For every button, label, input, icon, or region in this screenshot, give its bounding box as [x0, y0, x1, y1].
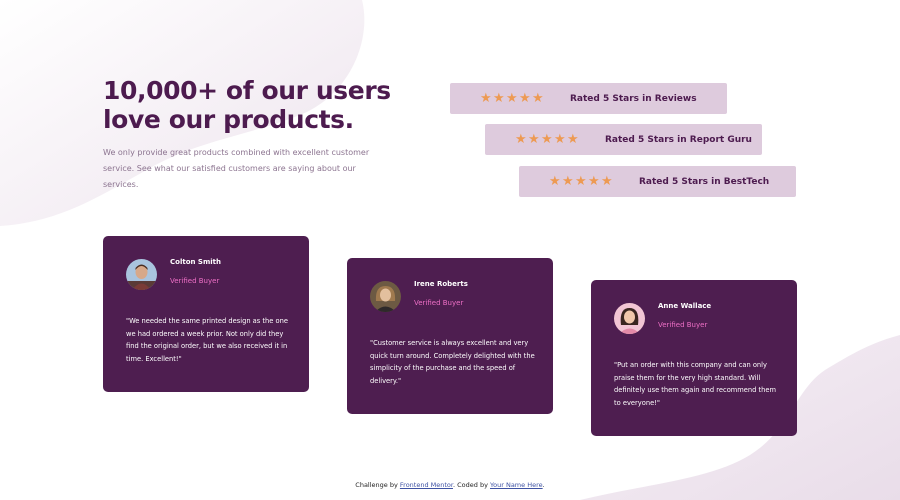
star-icon: ★	[549, 174, 561, 189]
avatar	[370, 281, 401, 312]
star-icon: ★	[515, 132, 527, 147]
rating-besttech: ★ ★ ★ ★ ★ Rated 5 Stars in BestTech	[519, 166, 796, 197]
intro-text: We only provide great products combined …	[103, 148, 370, 189]
star-icon: ★	[519, 91, 531, 106]
verified-badge: Verified Buyer	[414, 299, 464, 307]
avatar	[126, 259, 157, 290]
verified-badge: Verified Buyer	[658, 321, 708, 329]
footer-prefix: Challenge by	[355, 481, 398, 489]
reviewer-name: Colton Smith	[170, 258, 221, 266]
testimonial-quote: "We needed the same printed design as th…	[126, 317, 288, 363]
footer-suffix: .	[542, 481, 545, 489]
attribution-footer: Challenge by Frontend Mentor. Coded by Y…	[0, 481, 900, 489]
star-group: ★ ★ ★ ★ ★	[480, 91, 570, 106]
testimonial-quote: "Put an order with this company and can …	[614, 361, 777, 407]
testimonial-card: Colton Smith Verified Buyer "We needed t…	[103, 236, 309, 392]
star-icon: ★	[588, 174, 600, 189]
testimonial-card: Irene Roberts Verified Buyer "Customer s…	[347, 258, 553, 414]
verified-badge: Verified Buyer	[170, 277, 220, 285]
frontend-mentor-link[interactable]: Frontend Mentor	[400, 481, 453, 489]
rating-label: Rated 5 Stars in BestTech	[639, 176, 770, 187]
star-icon: ★	[506, 91, 518, 106]
rating-report-guru: ★ ★ ★ ★ ★ Rated 5 Stars in Report Guru	[485, 124, 762, 155]
star-icon: ★	[567, 132, 579, 147]
author-link[interactable]: Your Name Here	[490, 481, 543, 489]
avatar	[614, 303, 645, 334]
reviewer-name: Anne Wallace	[658, 302, 712, 310]
star-icon: ★	[601, 174, 613, 189]
footer-middle: . Coded by	[453, 481, 488, 489]
star-group: ★ ★ ★ ★ ★	[515, 132, 605, 147]
rating-label: Rated 5 Stars in Reviews	[570, 93, 697, 104]
star-icon: ★	[528, 132, 540, 147]
star-icon: ★	[480, 91, 492, 106]
page-headline: 10,000+ of our users love our products.	[103, 76, 391, 134]
star-icon: ★	[575, 174, 587, 189]
testimonial-card: Anne Wallace Verified Buyer "Put an orde…	[591, 280, 797, 436]
star-icon: ★	[532, 91, 544, 106]
star-icon: ★	[554, 132, 566, 147]
star-icon: ★	[493, 91, 505, 106]
reviewer-name: Irene Roberts	[414, 280, 468, 288]
star-icon: ★	[541, 132, 553, 147]
star-icon: ★	[562, 174, 574, 189]
rating-reviews: ★ ★ ★ ★ ★ Rated 5 Stars in Reviews	[450, 83, 727, 114]
star-group: ★ ★ ★ ★ ★	[549, 174, 639, 189]
testimonial-quote: "Customer service is always excellent an…	[370, 339, 535, 385]
rating-label: Rated 5 Stars in Report Guru	[605, 134, 752, 145]
